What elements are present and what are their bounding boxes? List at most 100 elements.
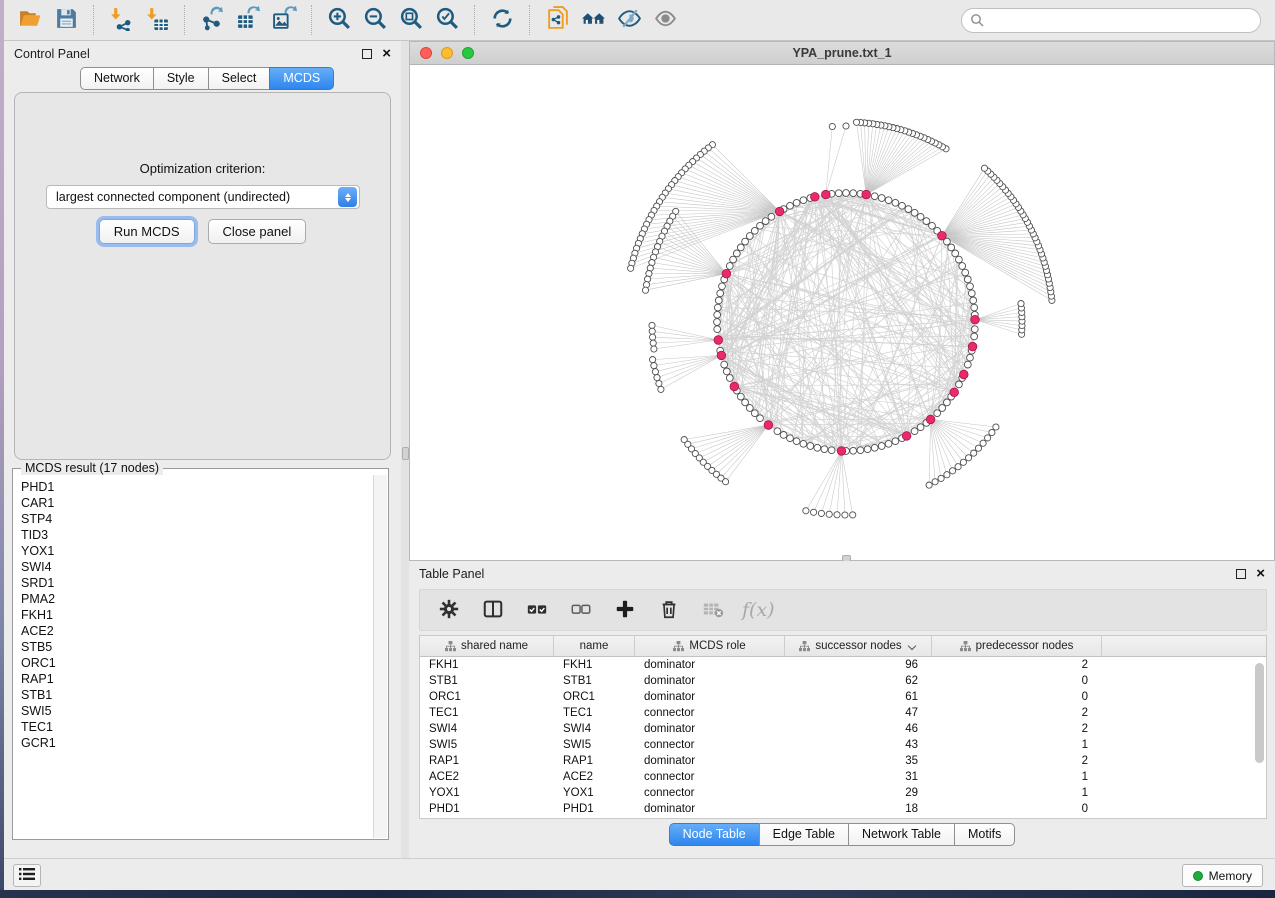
mcds-result-item[interactable]: TEC1 [21,719,373,735]
function-builder-icon[interactable]: f(x) [742,599,775,621]
mcds-result-item[interactable]: PHD1 [21,479,373,495]
deselect-all-rows-button[interactable] [566,594,596,626]
column-header-successor-nodes[interactable]: successor nodes [785,636,932,656]
table-row[interactable]: YOX1YOX1connector291 [420,785,1266,801]
open-file-button[interactable] [12,3,48,37]
table-row[interactable]: STB1STB1dominator620 [420,673,1266,689]
cell-successor-nodes: 47 [785,707,932,719]
tab-select[interactable]: Select [208,67,270,90]
import-table-button[interactable] [139,3,175,37]
tab-style[interactable]: Style [153,67,208,90]
control-panel-title: Control Panel [14,47,90,61]
cell-shared-name: SWI4 [420,723,554,735]
tab-network[interactable]: Network [80,67,153,90]
vertical-splitter[interactable] [401,41,409,858]
mcds-result-item[interactable]: RAP1 [21,671,373,687]
cell-MCDS-role: dominator [635,659,785,671]
table-row[interactable]: TEC1TEC1connector472 [420,705,1266,721]
mcds-result-item[interactable]: STP4 [21,511,373,527]
import-network-button[interactable] [103,3,139,37]
splitter-grip[interactable] [402,447,409,460]
cell-successor-nodes: 43 [785,739,932,751]
zoom-selected-button[interactable] [429,3,465,37]
table-tabs: Node TableEdge TableNetwork TableMotifs [409,823,1275,846]
search-input[interactable] [961,8,1261,33]
show-panels-button[interactable] [13,864,41,887]
table-row[interactable]: RAP1RAP1dominator352 [420,753,1266,769]
zoom-out-button[interactable] [357,3,393,37]
mcds-result-item[interactable]: GCR1 [21,735,373,751]
import-network-icon [109,6,134,34]
mcds-result-item[interactable]: ACE2 [21,623,373,639]
show-all-button[interactable] [647,3,683,37]
mcds-result-item[interactable]: FKH1 [21,607,373,623]
tab-node-table[interactable]: Node Table [669,823,759,846]
zoom-selected-icon [435,6,460,34]
table-row[interactable]: SWI4SWI4dominator462 [420,721,1266,737]
table-row[interactable]: ORC1ORC1dominator610 [420,689,1266,705]
column-header-name[interactable]: name [554,636,635,656]
toolbar-separator [311,5,312,35]
cell-successor-nodes: 29 [785,787,932,799]
delete-table-button[interactable] [698,594,728,626]
close-panel-icon[interactable]: × [1256,569,1265,579]
network-canvas[interactable] [410,65,1274,560]
mcds-result-list[interactable]: PHD1CAR1STP4TID3YOX1SWI4SRD1PMA2FKH1ACE2… [14,475,373,838]
optimization-criterion-select[interactable]: largest connected component (undirected) [46,185,360,209]
column-header-filler [1102,636,1266,656]
add-column-button[interactable] [610,594,640,626]
cell-MCDS-role: connector [635,739,785,751]
column-header-MCDS-role[interactable]: MCDS role [635,636,785,656]
column-settings-button[interactable] [434,594,464,626]
zoom-fit-button[interactable] [393,3,429,37]
cell-successor-nodes: 46 [785,723,932,735]
mcds-result-item[interactable]: SWI5 [21,703,373,719]
tab-edge-table[interactable]: Edge Table [759,823,848,846]
save-session-button[interactable] [48,3,84,37]
toolbar-separator [474,5,475,35]
float-panel-icon[interactable] [1236,569,1246,579]
mcds-result-scrollbar[interactable] [373,475,387,838]
mcds-result-item[interactable]: STB5 [21,639,373,655]
table-row[interactable]: ACE2ACE2connector311 [420,769,1266,785]
table-scrollbar[interactable] [1255,663,1264,763]
cell-MCDS-role: dominator [635,691,785,703]
hide-selected-button[interactable] [611,3,647,37]
tab-network-table[interactable]: Network Table [848,823,954,846]
zoom-in-button[interactable] [321,3,357,37]
close-panel-icon[interactable]: × [382,49,391,59]
mcds-result-item[interactable]: YOX1 [21,543,373,559]
column-header-shared-name[interactable]: shared name [420,636,554,656]
mcds-result-item[interactable]: CAR1 [21,495,373,511]
mcds-result-item[interactable]: SWI4 [21,559,373,575]
mcds-result-item[interactable]: TID3 [21,527,373,543]
delete-column-button[interactable] [654,594,684,626]
mcds-result-item[interactable]: SRD1 [21,575,373,591]
application-window: Control Panel × NetworkStyleSelectMCDS O… [4,0,1275,890]
tab-motifs[interactable]: Motifs [954,823,1015,846]
cell-shared-name: TEC1 [420,707,554,719]
two-houses-icon [581,6,606,34]
select-all-rows-button[interactable] [522,594,552,626]
column-header-predecessor-nodes[interactable]: predecessor nodes [932,636,1102,656]
export-network-button[interactable] [194,3,230,37]
export-image-button[interactable] [266,3,302,37]
select-stepper-icon [338,187,357,207]
memory-button[interactable]: Memory [1182,864,1263,887]
run-mcds-button[interactable]: Run MCDS [99,219,195,244]
mcds-result-item[interactable]: ORC1 [21,655,373,671]
mcds-result-item[interactable]: PMA2 [21,591,373,607]
table-row[interactable]: FKH1FKH1dominator962 [420,657,1266,673]
apply-layout-button[interactable] [484,3,520,37]
float-panel-icon[interactable] [362,49,372,59]
export-table-button[interactable] [230,3,266,37]
network-window-titlebar[interactable]: YPA_prune.txt_1 [410,42,1274,65]
close-panel-button[interactable]: Close panel [208,219,307,244]
table-row[interactable]: SWI5SWI5connector431 [420,737,1266,753]
table-row[interactable]: PHD1PHD1dominator180 [420,801,1266,817]
column-layout-button[interactable] [478,594,508,626]
tab-mcds[interactable]: MCDS [269,67,334,90]
first-neighbors-button[interactable] [575,3,611,37]
network-from-selection-button[interactable] [539,3,575,37]
mcds-result-item[interactable]: STB1 [21,687,373,703]
